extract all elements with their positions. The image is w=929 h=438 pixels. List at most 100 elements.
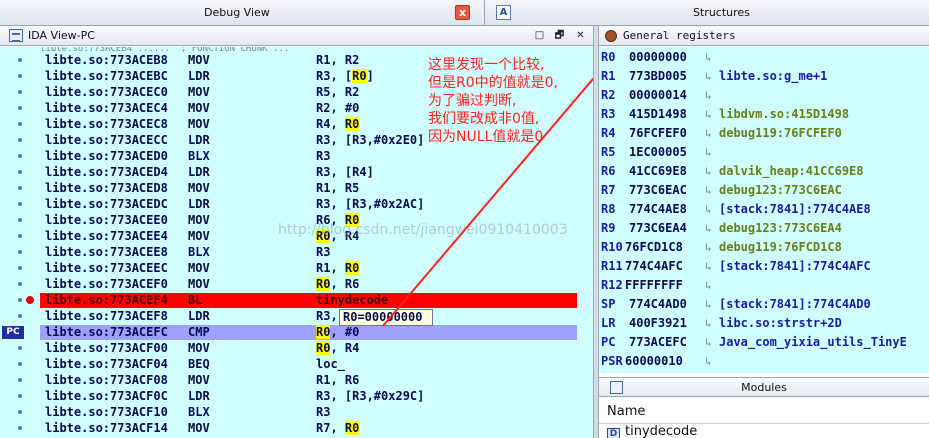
register-value[interactable]: 41CC69E8 [629,162,687,181]
register-row[interactable]: R9 773C6EA4 ↳ debug123:773C6EA4 [599,219,929,238]
line-dot-icon[interactable] [18,202,22,206]
register-row[interactable]: R12 FFFFFFFF ↳ [599,276,929,295]
register-target[interactable]: [stack:7841]:774C4AD0 [719,295,871,314]
register-row[interactable]: PC 773ACEFC ↳ Java_com_yixia_utils_TinyE [599,333,929,352]
register-value[interactable]: 774C4AFC [625,257,683,276]
line-dot-icon[interactable] [18,90,22,94]
line-dot-icon[interactable] [18,410,22,414]
line-dot-icon[interactable] [18,426,22,430]
register-value[interactable]: 00000000 [629,48,687,67]
jump-arrow-icon[interactable]: ↳ [705,67,712,86]
line-dot-icon[interactable] [18,346,22,350]
code-line[interactable]: libte.so:773ACF04 BEQ loc_ [0,356,593,372]
line-dot-icon[interactable] [18,58,22,62]
jump-arrow-icon[interactable]: ↳ [705,143,712,162]
modules-column-name[interactable]: Name [599,402,929,424]
close-pane-icon[interactable]: ✕ [574,29,587,42]
registers-view[interactable]: R0 00000000 ↳ R1 773BD005 ↳ libte.so:g_me+1 R2 0… [599,47,929,373]
register-row[interactable]: LR 400F3921 ↳ libc.so:strstr+2D [599,314,929,333]
line-dot-icon[interactable] [18,362,22,366]
code-line[interactable]: libte.so:773ACF00 MOV R0, R4 [0,340,593,356]
register-row[interactable]: R3 415D1498 ↳ libdvm.so:415D1498 [599,105,929,124]
register-value[interactable]: 774C4AE8 [629,200,687,219]
register-row[interactable]: R8 774C4AE8 ↳ [stack:7841]:774C4AE8 [599,200,929,219]
register-value[interactable]: 76FCD1C8 [625,238,683,257]
register-target[interactable]: libc.so:strstr+2D [719,314,842,333]
register-highlight[interactable]: R0 [344,421,360,435]
jump-arrow-icon[interactable]: ↳ [705,86,712,105]
code-line[interactable]: libte.so:773ACED4 LDR R3, [R4] [0,164,593,180]
register-target[interactable]: debug119:76FCFEF0 [719,124,842,143]
line-dot-icon[interactable] [18,234,22,238]
register-value[interactable]: FFFFFFFF [625,276,683,295]
register-highlight[interactable]: R0 [344,261,360,275]
register-row[interactable]: SP 774C4AD0 ↳ [stack:7841]:774C4AD0 [599,295,929,314]
register-row[interactable]: R6 41CC69E8 ↳ dalvik_heap:41CC69E8 [599,162,929,181]
jump-arrow-icon[interactable]: ↳ [705,314,712,333]
register-row[interactable]: R0 00000000 ↳ [599,48,929,67]
register-value[interactable]: 00000014 [629,86,687,105]
line-dot-icon[interactable] [18,218,22,222]
tab-structures[interactable]: Structures [693,6,750,19]
jump-arrow-icon[interactable]: ↳ [705,238,712,257]
code-line[interactable]: libte.so:773ACF14 MOV R7, R0 [0,420,593,436]
register-highlight[interactable]: R0 [352,69,367,83]
close-icon[interactable]: x [455,5,470,20]
code-line[interactable]: libte.so:773ACED0 BLX R3 [0,148,593,164]
register-row[interactable]: R5 1EC00005 ↳ [599,143,929,162]
jump-arrow-icon[interactable]: ↳ [705,48,712,67]
register-target[interactable]: [stack:7841]:774C4AE8 [719,200,871,219]
code-line[interactable]: libte.so:773ACF08 MOV R1, R6 [0,372,593,388]
register-target[interactable]: libte.so:g_me+1 [719,67,827,86]
jump-arrow-icon[interactable]: ↳ [705,200,712,219]
register-row[interactable]: R1 773BD005 ↳ libte.so:g_me+1 [599,67,929,86]
code-line[interactable]: libte.so:773ACF10 BLX R3 [0,404,593,420]
jump-arrow-icon[interactable]: ↳ [705,181,712,200]
register-target[interactable]: debug119:76FCD1C8 [719,238,842,257]
line-dot-icon[interactable] [18,378,22,382]
register-highlight[interactable]: R0 [316,341,331,355]
jump-arrow-icon[interactable]: ↳ [705,219,712,238]
code-line[interactable]: libte.so:773ACEF0 MOV R0, R6 [0,276,593,292]
code-line[interactable]: libte.so:773ACEF8LDRR3, [R4] [0,308,593,324]
module-item[interactable]: Dtinydecode [607,424,697,438]
jump-arrow-icon[interactable]: ↳ [705,257,712,276]
register-value[interactable]: 1EC00005 [629,143,687,162]
code-line[interactable]: libte.so:773ACED8 MOV R1, R5 [0,180,593,196]
register-highlight[interactable]: R0 [316,277,331,291]
jump-arrow-icon[interactable]: ↳ [705,162,712,181]
register-row[interactable]: R7 773C6EAC ↳ debug123:773C6EAC [599,181,929,200]
register-target[interactable]: debug123:773C6EAC [719,181,842,200]
breakpoint-icon[interactable] [26,296,34,304]
register-value[interactable]: 773BD005 [629,67,687,86]
register-value[interactable]: 773ACEFC [629,333,687,352]
jump-arrow-icon[interactable]: ↳ [705,295,712,314]
register-target[interactable]: [stack:7841]:774C4AFC [719,257,871,276]
restore-icon[interactable]: 🗗 [553,29,566,42]
line-dot-icon[interactable] [18,250,22,254]
code-line[interactable]: libte.so:773ACEEC MOV R1, R0 [0,260,593,276]
line-dot-icon[interactable] [18,138,22,142]
register-target[interactable]: dalvik_heap:41CC69E8 [719,162,864,181]
register-target[interactable]: Java_com_yixia_utils_TinyE [719,333,907,352]
line-dot-icon[interactable] [18,186,22,190]
register-value[interactable]: 773C6EAC [629,181,687,200]
register-highlight[interactable]: R0 [344,117,360,131]
register-row[interactable]: R4 76FCFEF0 ↳ debug119:76FCFEF0 [599,124,929,143]
register-row[interactable]: R10 76FCD1C8 ↳ debug119:76FCD1C8 [599,238,929,257]
maximize-icon[interactable]: □ [533,29,546,42]
line-dot-icon[interactable] [18,154,22,158]
line-dot-icon[interactable] [18,298,22,302]
line-dot-icon[interactable] [18,170,22,174]
jump-arrow-icon[interactable]: ↳ [705,352,712,371]
line-dot-icon[interactable] [18,394,22,398]
register-value[interactable]: 415D1498 [629,105,687,124]
register-value[interactable]: 400F3921 [629,314,687,333]
register-row[interactable]: R2 00000014 ↳ [599,86,929,105]
line-dot-icon[interactable] [18,106,22,110]
register-target[interactable]: debug123:773C6EA4 [719,219,842,238]
line-dot-icon[interactable] [18,122,22,126]
jump-arrow-icon[interactable]: ↳ [705,105,712,124]
register-highlight[interactable]: R0 [316,325,331,339]
code-line[interactable]: libte.so:773ACF0C LDR R3, [R3,#0x29C] [0,388,593,404]
